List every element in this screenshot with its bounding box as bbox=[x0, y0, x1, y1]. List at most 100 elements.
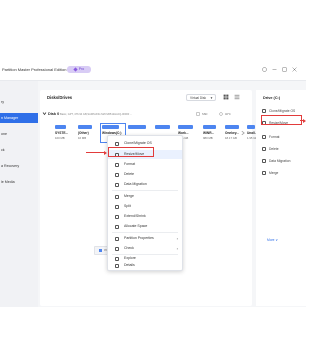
delete-icon bbox=[115, 172, 119, 177]
sidebar-item-clone[interactable]: one bbox=[0, 129, 38, 139]
disk-temperature: 40°C bbox=[225, 112, 231, 116]
rp-clone-label: Clone/Migrate OS bbox=[269, 109, 296, 113]
rp-clone-migrate-os[interactable]: Clone/Migrate OS bbox=[262, 109, 306, 113]
partition-usage-bar bbox=[55, 125, 66, 129]
details-icon bbox=[115, 263, 119, 268]
grid-view-icon[interactable] bbox=[223, 94, 229, 100]
clone-icon bbox=[115, 141, 119, 146]
more-link[interactable]: More ∨ bbox=[267, 238, 278, 242]
ctx-label: Clone/Migrate OS bbox=[124, 141, 152, 145]
ctx-label: Details bbox=[124, 263, 135, 267]
menu-divider bbox=[112, 232, 178, 233]
submenu-arrow-icon: › bbox=[176, 246, 178, 251]
ctx-delete[interactable]: Delete bbox=[108, 170, 182, 179]
chevron-right-icon[interactable] bbox=[240, 130, 246, 136]
ctx-label: Partition Properties bbox=[124, 236, 154, 240]
merge-icon bbox=[115, 194, 119, 199]
extend-icon bbox=[115, 214, 119, 219]
ctx-label: Check bbox=[124, 246, 134, 250]
title-bar: Partition Master Professional Edition Pr… bbox=[0, 62, 306, 81]
ctx-label: Delete bbox=[124, 172, 135, 176]
partition-size: 980 MB bbox=[203, 136, 213, 140]
selected-drive-title: Drive (C:) bbox=[263, 96, 281, 100]
help-icon[interactable] bbox=[262, 67, 267, 72]
properties-icon bbox=[115, 236, 119, 241]
rp-data-migration[interactable]: Data Migration bbox=[262, 159, 306, 163]
ctx-split[interactable]: Split bbox=[108, 202, 182, 211]
expand-arrow-icon[interactable] bbox=[42, 111, 47, 116]
ctx-label: Format bbox=[124, 162, 136, 166]
format-icon bbox=[115, 162, 119, 167]
highlight-box-panel bbox=[261, 115, 302, 125]
partition-usage-bar bbox=[203, 125, 216, 129]
ctx-label: Merge bbox=[124, 194, 134, 198]
sidebar-item-backup[interactable]: ck bbox=[0, 145, 38, 155]
rp-format[interactable]: Format bbox=[262, 135, 306, 139]
ctx-label: Data Migration bbox=[124, 182, 147, 186]
ctx-format[interactable]: Format bbox=[108, 160, 182, 169]
data-migration-icon bbox=[262, 159, 266, 163]
temperature-icon bbox=[219, 112, 223, 116]
view-select[interactable]: Virtual Disk ▼ bbox=[186, 94, 216, 101]
allocate-icon bbox=[115, 224, 119, 229]
disk-label[interactable]: Disk 0 bbox=[48, 112, 59, 116]
ctx-data-migration[interactable]: Data Migration bbox=[108, 180, 182, 189]
page-title: Disks/Drives bbox=[47, 95, 73, 100]
annotation-arrow bbox=[300, 118, 306, 123]
sidebar-item-data-recovery[interactable]: a Recovery bbox=[0, 161, 38, 171]
partition-usage-bar bbox=[178, 125, 194, 129]
data-migration-icon bbox=[115, 182, 119, 187]
merge-icon bbox=[262, 171, 266, 175]
rp-delete-label: Delete bbox=[269, 147, 279, 151]
ctx-label: Extend/Shrink bbox=[124, 214, 146, 218]
partition-usage-bar bbox=[225, 125, 240, 129]
ctx-partition-properties[interactable]: Partition Properties › bbox=[108, 234, 182, 243]
rp-delete[interactable]: Delete bbox=[262, 147, 306, 151]
ssd-icon bbox=[196, 112, 200, 116]
pro-badge-label: Pro bbox=[78, 67, 85, 71]
gem-icon bbox=[73, 66, 78, 72]
check-icon bbox=[115, 246, 119, 251]
partition-usage-bar bbox=[78, 125, 93, 129]
primary-swatch bbox=[99, 248, 103, 252]
partition-size: 18.17 GB bbox=[225, 136, 237, 140]
submenu-arrow-icon: › bbox=[176, 236, 178, 241]
partition-size: 16 MB bbox=[78, 136, 87, 140]
rp-merge-label: Merge bbox=[269, 171, 279, 175]
ctx-extend-shrink[interactable]: Extend/Shrink bbox=[108, 212, 182, 221]
sidebar-item-bootable-media[interactable]: le Media bbox=[0, 177, 38, 187]
chevron-down-icon: ▼ bbox=[210, 96, 213, 100]
list-view-icon[interactable] bbox=[234, 94, 240, 100]
partition-name: Onekey... bbox=[225, 131, 239, 135]
partition-size: 100 MB bbox=[55, 136, 65, 140]
partition-tile[interactable]: (Other) 16 MB bbox=[78, 125, 96, 141]
ctx-details[interactable]: Details bbox=[108, 262, 182, 269]
ctx-merge[interactable]: Merge bbox=[108, 192, 182, 201]
partition-name: (Other) bbox=[78, 131, 89, 135]
sidebar-item-partition-manager[interactable]: n Manager bbox=[0, 113, 38, 123]
partition-usage-bar bbox=[102, 125, 119, 129]
split-icon bbox=[115, 204, 119, 209]
pro-badge[interactable]: Pro bbox=[67, 66, 91, 73]
ctx-label: Explore bbox=[124, 256, 136, 260]
ctx-check[interactable]: Check › bbox=[108, 244, 182, 253]
partition-name: WINR... bbox=[203, 131, 215, 135]
delete-icon bbox=[262, 147, 266, 151]
disk-info: Basic, GPT, 476.94 GB,SAMSUNG MZVLB512HA… bbox=[60, 112, 133, 116]
sidebar-item-discovery[interactable]: ry bbox=[0, 97, 38, 107]
partition-usage-bar bbox=[155, 125, 171, 129]
ctx-allocate-space[interactable]: Allocate Space bbox=[108, 222, 182, 231]
maximize-icon[interactable] bbox=[282, 67, 287, 72]
partition-name: SYSTE... bbox=[55, 131, 69, 135]
partition-usage-bar bbox=[128, 125, 146, 129]
close-icon[interactable] bbox=[292, 67, 297, 72]
rp-merge[interactable]: Merge bbox=[262, 171, 306, 175]
annotation-arrow bbox=[86, 150, 107, 155]
minimize-icon[interactable] bbox=[272, 67, 277, 72]
sidebar: ry n Manager one ck a Recovery le Media bbox=[0, 81, 38, 307]
rp-data-migration-label: Data Migration bbox=[269, 159, 291, 163]
partition-tile[interactable]: SYSTE... 100 MB bbox=[55, 125, 73, 141]
partition-usage-bar bbox=[247, 125, 256, 129]
disk-type: SSD bbox=[202, 112, 208, 116]
partition-tile[interactable]: WINR... 980 MB bbox=[203, 125, 221, 141]
